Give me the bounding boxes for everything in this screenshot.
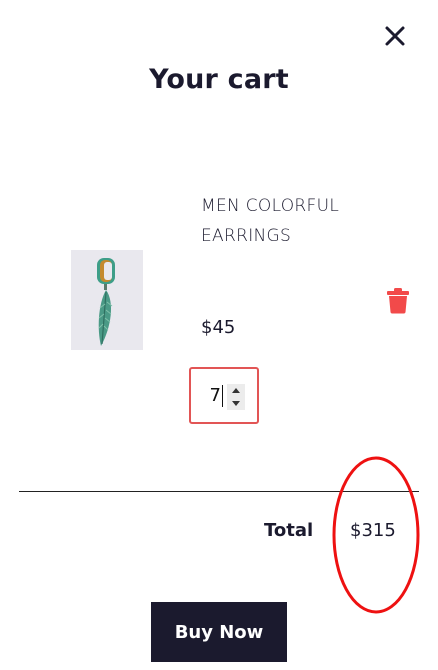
product-image[interactable]: [71, 250, 143, 350]
quantity-input[interactable]: 7: [207, 385, 223, 407]
close-button[interactable]: [383, 24, 407, 48]
quantity-stepper[interactable]: 7: [189, 367, 259, 424]
trash-icon: [387, 288, 409, 314]
divider: [19, 491, 419, 492]
caret-down-icon: [232, 401, 240, 406]
quantity-increment-button[interactable]: [227, 384, 245, 397]
caret-up-icon: [232, 388, 240, 393]
quantity-decrement-button[interactable]: [227, 397, 245, 410]
total-label: Total: [264, 520, 314, 541]
product-price: $45: [201, 317, 236, 338]
quantity-spinner: [227, 384, 245, 410]
feather-earring-image: [71, 250, 143, 350]
buy-now-button[interactable]: Buy Now: [151, 602, 287, 662]
page-title: Your cart: [149, 64, 289, 95]
product-name[interactable]: MEN COLORFUL EARRINGS: [201, 191, 361, 251]
close-icon: [385, 26, 405, 46]
delete-item-button[interactable]: [386, 287, 410, 314]
total-value: $315: [350, 520, 396, 541]
